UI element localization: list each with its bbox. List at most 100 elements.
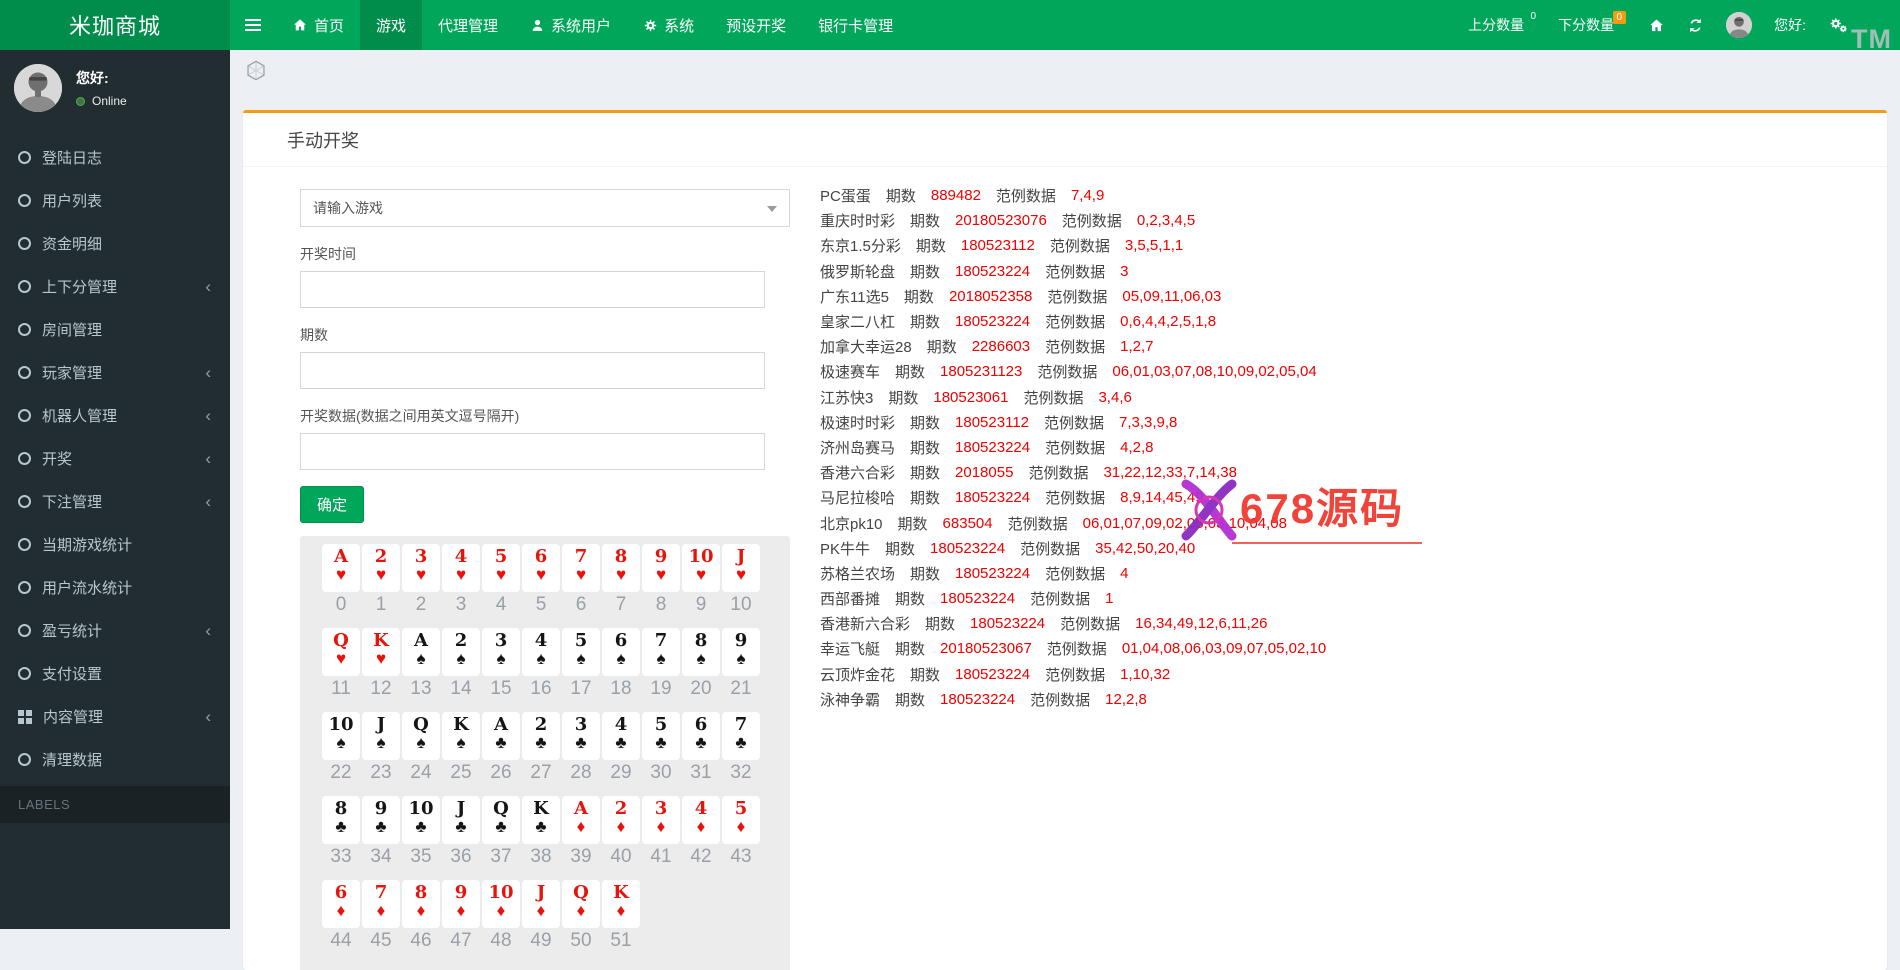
suit-icon: ♠ xyxy=(402,734,440,751)
card-index: 7 xyxy=(602,594,640,616)
suit-icon: ♣ xyxy=(602,734,640,751)
up-score-link[interactable]: 上分数量0 xyxy=(1468,15,1536,35)
sidebar-item-8[interactable]: 下注管理‹ xyxy=(0,480,230,523)
card-index: 6 xyxy=(562,594,600,616)
suit-icon: ♣ xyxy=(562,734,600,751)
nav-item-label: 银行卡管理 xyxy=(818,15,893,36)
top-navbar: 米珈商城 首页游戏代理管理系统用户系统预设开奖 银行卡管理 上分数量0 下分数量0… xyxy=(0,0,1900,50)
sidebar-item-11[interactable]: 盈亏统计‹ xyxy=(0,609,230,652)
issue-label: 期数 xyxy=(925,613,955,634)
chevron-left-icon: ‹ xyxy=(205,708,215,725)
chevron-down-icon xyxy=(767,206,777,212)
playing-card: K♠ xyxy=(442,712,480,760)
online-status[interactable]: Online xyxy=(76,94,127,108)
card-index: 17 xyxy=(562,678,600,700)
issue-input[interactable] xyxy=(300,352,765,389)
card-index: 51 xyxy=(602,930,640,952)
chevron-left-icon: ‹ xyxy=(205,407,215,424)
gears-icon[interactable] xyxy=(1828,16,1848,34)
playing-card: Q♣ xyxy=(482,796,520,844)
greeting-text[interactable]: 您好: xyxy=(1774,15,1806,35)
suit-icon: ♣ xyxy=(722,734,760,751)
game-select[interactable]: 请输入游戏 xyxy=(300,189,790,227)
card-index: 41 xyxy=(642,846,680,868)
playing-card: 3♦ xyxy=(642,796,680,844)
nav-item-games[interactable]: 游戏 xyxy=(360,0,422,50)
issue-value: 180523224 xyxy=(940,691,1015,708)
sample-label: 范例数据 xyxy=(1047,638,1107,659)
suit-icon: ♣ xyxy=(482,734,520,751)
navbar-right: 上分数量0 下分数量0 您好: xyxy=(1468,0,1900,50)
sidebar-item-3[interactable]: 上下分管理‹ xyxy=(0,265,230,308)
app-logo[interactable]: 米珈商城 xyxy=(0,0,230,50)
sidebar-item-label: 支付设置 xyxy=(42,663,102,684)
sidebar-item-5[interactable]: 玩家管理‹ xyxy=(0,351,230,394)
draw-time-input[interactable] xyxy=(300,271,765,308)
nav-item-preset-draw[interactable]: 预设开奖 xyxy=(710,0,802,50)
suit-icon: ♣ xyxy=(522,818,560,835)
suit-icon: ♥ xyxy=(362,650,400,667)
sidebar-item-9[interactable]: 当期游戏统计 xyxy=(0,523,230,566)
card-index-row: 2223242526272829303132 xyxy=(322,762,790,784)
card-index: 2 xyxy=(402,594,440,616)
home-icon[interactable] xyxy=(1648,17,1665,34)
issue-label: 期数 xyxy=(910,563,940,584)
playing-card: 7♣ xyxy=(722,712,760,760)
draw-time-label: 开奖时间 xyxy=(300,244,820,264)
sample-label: 范例数据 xyxy=(996,185,1056,206)
sidebar-item-0[interactable]: 登陆日志 xyxy=(0,136,230,179)
sidebar-item-label: 上下分管理 xyxy=(42,276,117,297)
sidebar-avatar[interactable] xyxy=(14,64,62,112)
draw-data-input[interactable] xyxy=(300,433,765,470)
sidebar-item-13[interactable]: 内容管理‹ xyxy=(0,695,230,738)
nav-item-system[interactable]: 系统 xyxy=(627,0,710,50)
issue-label: 期数 xyxy=(898,513,928,534)
sidebar-item-6[interactable]: 机器人管理‹ xyxy=(0,394,230,437)
sample-label: 范例数据 xyxy=(1062,210,1122,231)
card-index: 13 xyxy=(402,678,440,700)
sidebar-item-1[interactable]: 用户列表 xyxy=(0,179,230,222)
sample-value: 01,04,08,06,03,09,07,05,02,10 xyxy=(1122,640,1326,657)
suit-icon: ♠ xyxy=(402,650,440,667)
sidebar-item-12[interactable]: 支付设置 xyxy=(0,652,230,695)
game-row: 加拿大幸运28期数2286603范例数据1,2,7 xyxy=(820,334,1867,359)
sidebar-item-2[interactable]: 资金明细 xyxy=(0,222,230,265)
game-row: 江苏快3期数180523061范例数据3,4,6 xyxy=(820,385,1867,410)
issue-value: 180523224 xyxy=(955,489,1030,506)
sidebar-toggle-button[interactable] xyxy=(230,0,276,50)
game-name: 幸运飞艇 xyxy=(820,638,880,659)
nav-item-agents[interactable]: 代理管理 xyxy=(422,0,514,50)
issue-value: 180523112 xyxy=(955,414,1029,431)
refresh-icon[interactable] xyxy=(1687,17,1704,34)
card-index: 15 xyxy=(482,678,520,700)
user-avatar[interactable] xyxy=(1726,12,1752,38)
card-index: 44 xyxy=(322,930,360,952)
sidebar-item-10[interactable]: 用户流水统计 xyxy=(0,566,230,609)
suit-icon: ♣ xyxy=(442,818,480,835)
sidebar-item-7[interactable]: 开奖‹ xyxy=(0,437,230,480)
sample-value: 7,4,9 xyxy=(1071,187,1104,204)
home-icon xyxy=(292,17,308,33)
sidebar-item-14[interactable]: 清理数据 xyxy=(0,738,230,781)
nav-item-bank-cards[interactable]: 银行卡管理 xyxy=(802,0,909,50)
playing-card: 6♥ xyxy=(522,544,560,592)
nav-item-label: 预设开奖 xyxy=(726,15,786,36)
suit-icon: ♥ xyxy=(322,650,360,667)
game-name: 香港六合彩 xyxy=(820,462,895,483)
suit-icon: ♦ xyxy=(402,902,440,919)
card-index: 28 xyxy=(562,762,600,784)
playing-card: 5♣ xyxy=(642,712,680,760)
nav-item-home[interactable]: 首页 xyxy=(276,0,360,50)
playing-card: 2♦ xyxy=(602,796,640,844)
card-index: 20 xyxy=(682,678,720,700)
suit-icon: ♥ xyxy=(482,566,520,583)
sample-label: 范例数据 xyxy=(1028,462,1088,483)
suit-icon: ♣ xyxy=(482,818,520,835)
confirm-button[interactable]: 确定 xyxy=(300,486,364,523)
nav-item-system-users[interactable]: 系统用户 xyxy=(514,0,627,50)
down-score-link[interactable]: 下分数量0 xyxy=(1558,15,1626,35)
card-index-row: 4445464748495051 xyxy=(322,930,790,952)
sidebar-item-4[interactable]: 房间管理 xyxy=(0,308,230,351)
game-row: 马尼拉梭哈期数180523224范例数据8,9,14,45,49 xyxy=(820,485,1867,510)
sidebar-user-panel: 您好: Online xyxy=(0,50,230,124)
